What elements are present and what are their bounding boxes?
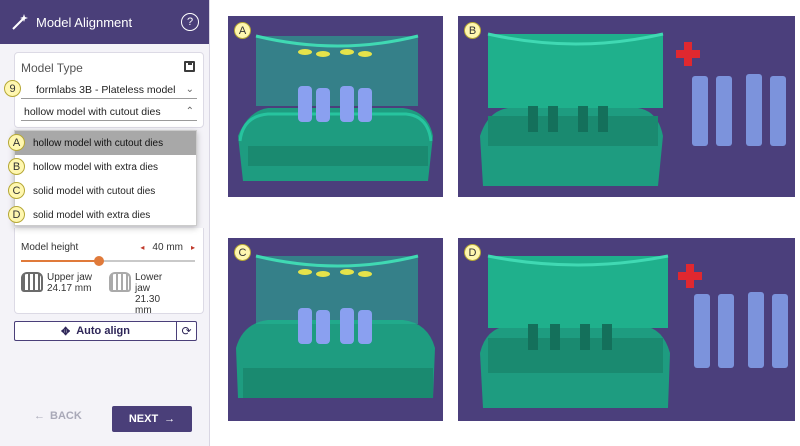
badge-a: A <box>8 134 25 151</box>
decrease-arrow-icon[interactable]: ◂ <box>140 243 144 252</box>
printer-select-value: formlabs 3B - Plateless model <box>36 83 176 96</box>
dental-model-illustration <box>480 254 788 408</box>
refresh-icon[interactable]: ⟳ <box>176 322 196 340</box>
dropdown-option-label: hollow model with cutout dies <box>33 137 164 149</box>
image-badge-a: A <box>234 22 251 39</box>
increase-arrow-icon[interactable]: ▸ <box>191 243 195 252</box>
next-label: NEXT <box>128 413 159 425</box>
upper-jaw-label: Upper jaw <box>47 272 93 283</box>
model-type-card: Model Type formlabs 3B - Plateless model… <box>14 52 204 128</box>
dental-model-illustration <box>238 34 433 181</box>
next-button[interactable]: NEXT → <box>112 406 192 432</box>
panel-header: Model Alignment ? <box>0 0 209 44</box>
dental-model-illustration <box>236 254 435 398</box>
lower-jaw-value: 21.30 mm <box>135 294 161 316</box>
upper-jaw-icon <box>21 272 43 292</box>
model-type-select-value: hollow model with cutout dies <box>24 105 161 118</box>
model-height-slider[interactable] <box>21 256 195 266</box>
move-icon: ✥ <box>61 325 71 338</box>
upper-jaw-value: 24.17 mm <box>47 283 92 294</box>
arrow-left-icon: ← <box>34 410 45 422</box>
auto-align-label: Auto align <box>76 325 130 337</box>
slider-fill <box>21 260 100 262</box>
dropdown-option-label: hollow model with extra dies <box>33 161 159 173</box>
panel-title: Model Alignment <box>36 14 133 30</box>
arrow-right-icon: → <box>164 413 176 425</box>
image-badge-b: B <box>464 22 481 39</box>
back-label: BACK <box>50 410 82 422</box>
image-badge-c: C <box>234 244 251 261</box>
auto-align-button[interactable]: ✥ Auto align ⟳ <box>14 321 197 341</box>
dropdown-option-label: solid model with extra dies <box>33 209 151 221</box>
model-type-select[interactable]: hollow model with cutout dies ⌃ <box>21 103 197 121</box>
dropdown-option-label: solid model with cutout dies <box>33 185 156 197</box>
badge-9: 9 <box>4 80 21 97</box>
slider-thumb[interactable] <box>94 256 105 266</box>
model-height-card: Model height ◂ 40 mm ▸ Upper jaw 24.17 m… <box>14 228 204 316</box>
model-type-dropdown: hollow model with cutout dies hollow mod… <box>14 130 197 226</box>
model-height-control[interactable]: ◂ 40 mm ▸ <box>140 242 195 253</box>
model-height-label: Model height <box>21 242 79 253</box>
model-preview-a: A <box>228 16 443 197</box>
badge-b: B <box>8 158 25 175</box>
dental-model-illustration <box>480 32 786 186</box>
dropdown-option[interactable]: hollow model with cutout dies <box>15 131 196 155</box>
model-type-label: Model Type <box>21 61 83 75</box>
chevron-up-icon: ⌃ <box>185 106 194 117</box>
model-preview-d: D <box>458 238 795 421</box>
printer-select[interactable]: formlabs 3B - Plateless model ⌄ <box>21 81 197 99</box>
magic-wand-icon <box>12 14 28 30</box>
dropdown-option[interactable]: solid model with extra dies <box>15 203 196 227</box>
upper-jaw-info: Upper jaw 24.17 mm <box>21 272 92 294</box>
badge-d: D <box>8 206 25 223</box>
back-button[interactable]: ← BACK <box>34 410 82 422</box>
dropdown-option[interactable]: solid model with cutout dies <box>15 179 196 203</box>
lower-jaw-info: Lower jaw 21.30 mm <box>109 272 179 316</box>
model-preview-c: C <box>228 238 443 421</box>
model-height-value[interactable]: 40 mm <box>152 242 183 253</box>
model-preview-b: B <box>458 16 795 197</box>
image-badge-d: D <box>464 244 481 261</box>
badge-c: C <box>8 182 25 199</box>
lower-jaw-icon <box>109 272 131 292</box>
help-icon[interactable]: ? <box>181 13 199 31</box>
dropdown-option[interactable]: hollow model with extra dies <box>15 155 196 179</box>
save-icon[interactable] <box>184 61 195 72</box>
model-alignment-panel: Model Alignment ? Model Type formlabs 3B… <box>0 0 210 446</box>
chevron-down-icon: ⌄ <box>185 84 194 95</box>
lower-jaw-label: Lower jaw <box>135 272 163 294</box>
